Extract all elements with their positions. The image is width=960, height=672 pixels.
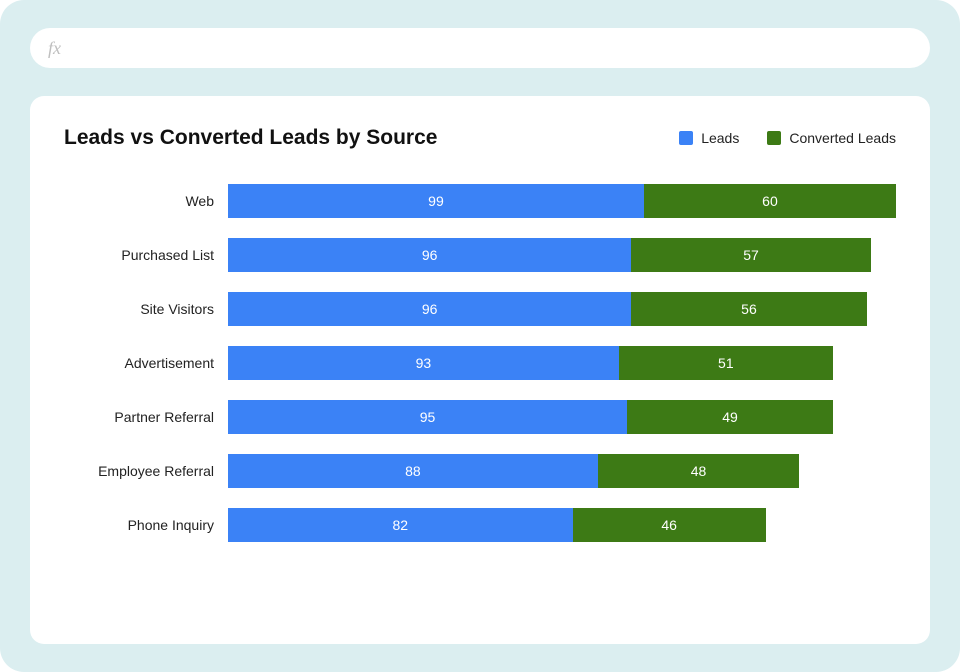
legend-swatch-leads xyxy=(679,131,693,145)
formula-bar[interactable]: fx xyxy=(30,28,930,68)
category-label: Site Visitors xyxy=(64,301,228,317)
bar-segment-converted: 57 xyxy=(631,238,870,272)
bar-segment-leads: 99 xyxy=(228,184,644,218)
bar-segment-converted: 48 xyxy=(598,454,800,488)
chart-card: Leads vs Converted Leads by Source Leads… xyxy=(30,96,930,644)
bar-track: 9960 xyxy=(228,184,896,218)
chart-body: Web9960Purchased List9657Site Visitors96… xyxy=(64,178,896,618)
category-label: Advertisement xyxy=(64,355,228,371)
bar-track: 9351 xyxy=(228,346,896,380)
legend-item-converted: Converted Leads xyxy=(767,130,896,146)
fx-icon: fx xyxy=(48,38,61,59)
bar-track: 9657 xyxy=(228,238,896,272)
chart-row: Phone Inquiry8246 xyxy=(64,508,896,542)
category-label: Employee Referral xyxy=(64,463,228,479)
app-backdrop: fx Leads vs Converted Leads by Source Le… xyxy=(0,0,960,672)
chart-row: Employee Referral8848 xyxy=(64,454,896,488)
legend-label-leads: Leads xyxy=(701,130,739,146)
bar-segment-converted: 60 xyxy=(644,184,896,218)
category-label: Web xyxy=(64,193,228,209)
chart-row: Advertisement9351 xyxy=(64,346,896,380)
bar-segment-leads: 96 xyxy=(228,238,631,272)
legend-swatch-converted xyxy=(767,131,781,145)
category-label: Purchased List xyxy=(64,247,228,263)
bar-segment-leads: 96 xyxy=(228,292,631,326)
bar-segment-converted: 56 xyxy=(631,292,866,326)
chart-row: Purchased List9657 xyxy=(64,238,896,272)
bar-track: 8848 xyxy=(228,454,896,488)
chart-row: Web9960 xyxy=(64,184,896,218)
chart-legend: Leads Converted Leads xyxy=(679,130,896,146)
category-label: Partner Referral xyxy=(64,409,228,425)
bar-segment-leads: 95 xyxy=(228,400,627,434)
bar-segment-converted: 49 xyxy=(627,400,833,434)
bar-track: 9549 xyxy=(228,400,896,434)
legend-label-converted: Converted Leads xyxy=(789,130,896,146)
chart-row: Partner Referral9549 xyxy=(64,400,896,434)
category-label: Phone Inquiry xyxy=(64,517,228,533)
chart-row: Site Visitors9656 xyxy=(64,292,896,326)
bar-segment-leads: 88 xyxy=(228,454,598,488)
bar-track: 9656 xyxy=(228,292,896,326)
bar-segment-converted: 46 xyxy=(573,508,766,542)
bar-track: 8246 xyxy=(228,508,896,542)
bar-segment-converted: 51 xyxy=(619,346,833,380)
bar-segment-leads: 93 xyxy=(228,346,619,380)
legend-item-leads: Leads xyxy=(679,130,739,146)
chart-header: Leads vs Converted Leads by Source Leads… xyxy=(64,126,896,150)
chart-title: Leads vs Converted Leads by Source xyxy=(64,126,437,150)
bar-segment-leads: 82 xyxy=(228,508,573,542)
